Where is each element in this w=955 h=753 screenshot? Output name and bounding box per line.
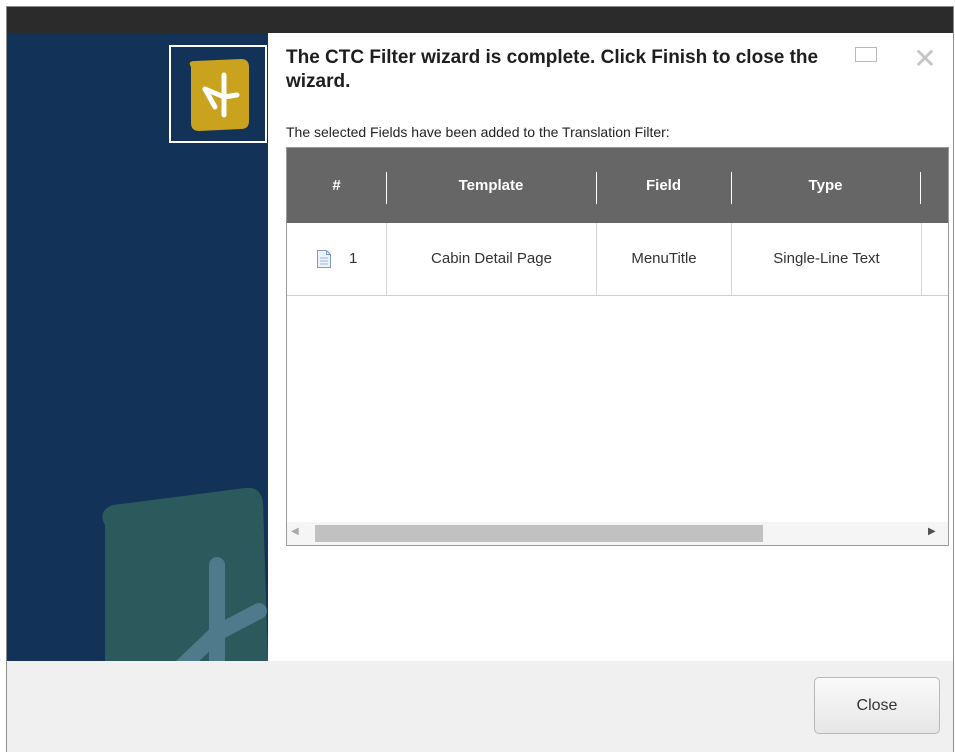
row-number-cell: 1 <box>287 223 387 295</box>
scroll-right-arrow-icon[interactable]: ▶ <box>928 526 936 537</box>
window-icon <box>855 47 877 62</box>
background-logo-icon <box>102 487 268 661</box>
row-number: 1 <box>349 250 358 267</box>
app-logo <box>169 45 267 143</box>
dialog-title-bar <box>7 7 953 33</box>
horizontal-scrollbar[interactable]: ◀ ▶ <box>287 522 948 545</box>
scrollbar-thumb[interactable] <box>315 525 763 542</box>
fields-grid: # Template Field Type 1 Cabin Detail Pag… <box>286 147 949 546</box>
type-cell: Single-Line Text <box>732 223 922 295</box>
wizard-title: The CTC Filter wizard is complete. Click… <box>286 47 819 92</box>
column-header-number[interactable]: # <box>287 148 386 223</box>
document-icon <box>317 250 331 268</box>
dialog-footer <box>7 661 953 752</box>
grid-header: # Template Field Type <box>287 148 948 223</box>
template-cell: Cabin Detail Page <box>387 223 597 295</box>
column-header-template[interactable]: Template <box>386 148 596 223</box>
wizard-subtitle: The selected Fields have been added to t… <box>286 124 670 140</box>
table-row[interactable]: 1 Cabin Detail Page MenuTitle Single-Lin… <box>287 223 948 296</box>
column-header-type[interactable]: Type <box>731 148 920 223</box>
app-logo-icon <box>189 59 249 131</box>
scroll-left-arrow-icon[interactable]: ◀ <box>291 526 299 537</box>
column-divider <box>920 172 921 204</box>
field-cell: MenuTitle <box>597 223 732 295</box>
column-header-field[interactable]: Field <box>596 148 731 223</box>
close-icon[interactable]: ✕ <box>910 44 940 74</box>
close-button[interactable]: Close <box>814 677 940 734</box>
